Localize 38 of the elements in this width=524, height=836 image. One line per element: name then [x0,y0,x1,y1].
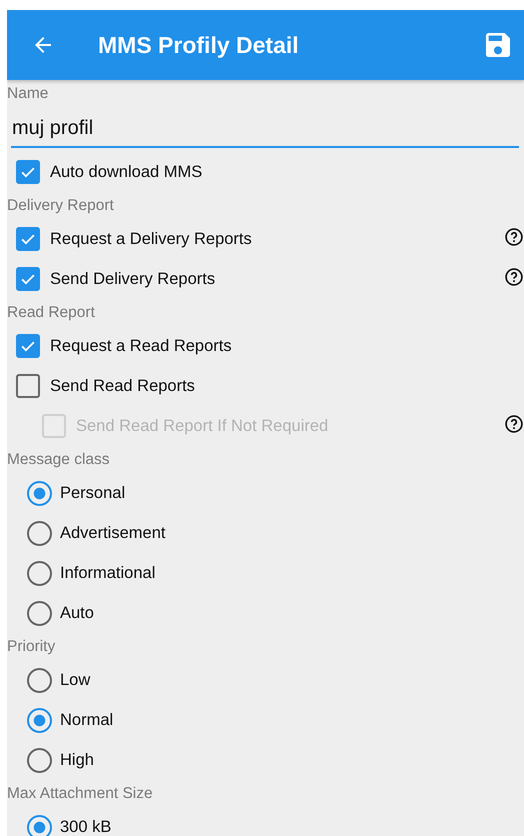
checkbox[interactable] [16,160,40,184]
name-field[interactable]: muj profil [11,109,519,148]
field-label: Name [7,84,48,104]
screen-title: MMS Profily Detail [98,32,300,58]
radio-button[interactable] [27,668,52,692]
radio-label: Advertisement [60,524,166,542]
section-label: Message class [7,450,110,470]
radio-label: Normal [60,710,114,730]
radio-button[interactable] [27,520,52,546]
radio-button[interactable] [27,708,52,732]
radio-label: High [60,750,94,770]
radio-button[interactable] [27,480,52,506]
save-icon[interactable] [486,33,510,57]
checkbox[interactable] [16,227,40,251]
radio-label: 300 kB [60,818,112,836]
checkbox[interactable] [16,374,40,398]
section-label: Max Attachment Size [7,784,153,804]
checkbox-label: Request a Delivery Reports [50,230,252,248]
checkbox-label: Send Read Reports [50,376,195,396]
radio-label: Personal [60,484,126,502]
radio-label: Low [60,670,90,690]
section-label: Priority [7,637,56,657]
radio-button[interactable] [27,814,52,836]
checkbox[interactable] [16,334,40,358]
checkbox[interactable] [16,267,40,291]
radio-label: Informational [60,564,156,582]
radio-button[interactable] [27,560,52,586]
checkbox-label: Send Read Report If Not Required [76,416,328,436]
checkbox-label: Send Delivery Reports [50,270,216,288]
section-label: Delivery Report [7,196,114,216]
help-icon[interactable] [504,227,524,247]
radio-label: Auto [60,604,94,622]
checkbox-label: Request a Read Reports [50,336,232,356]
radio-button[interactable] [27,600,52,626]
checkbox-label: Auto download MMS [50,162,202,182]
radio-button[interactable] [27,748,52,772]
section-label: Read Report [7,303,95,323]
help-icon[interactable] [504,267,524,287]
